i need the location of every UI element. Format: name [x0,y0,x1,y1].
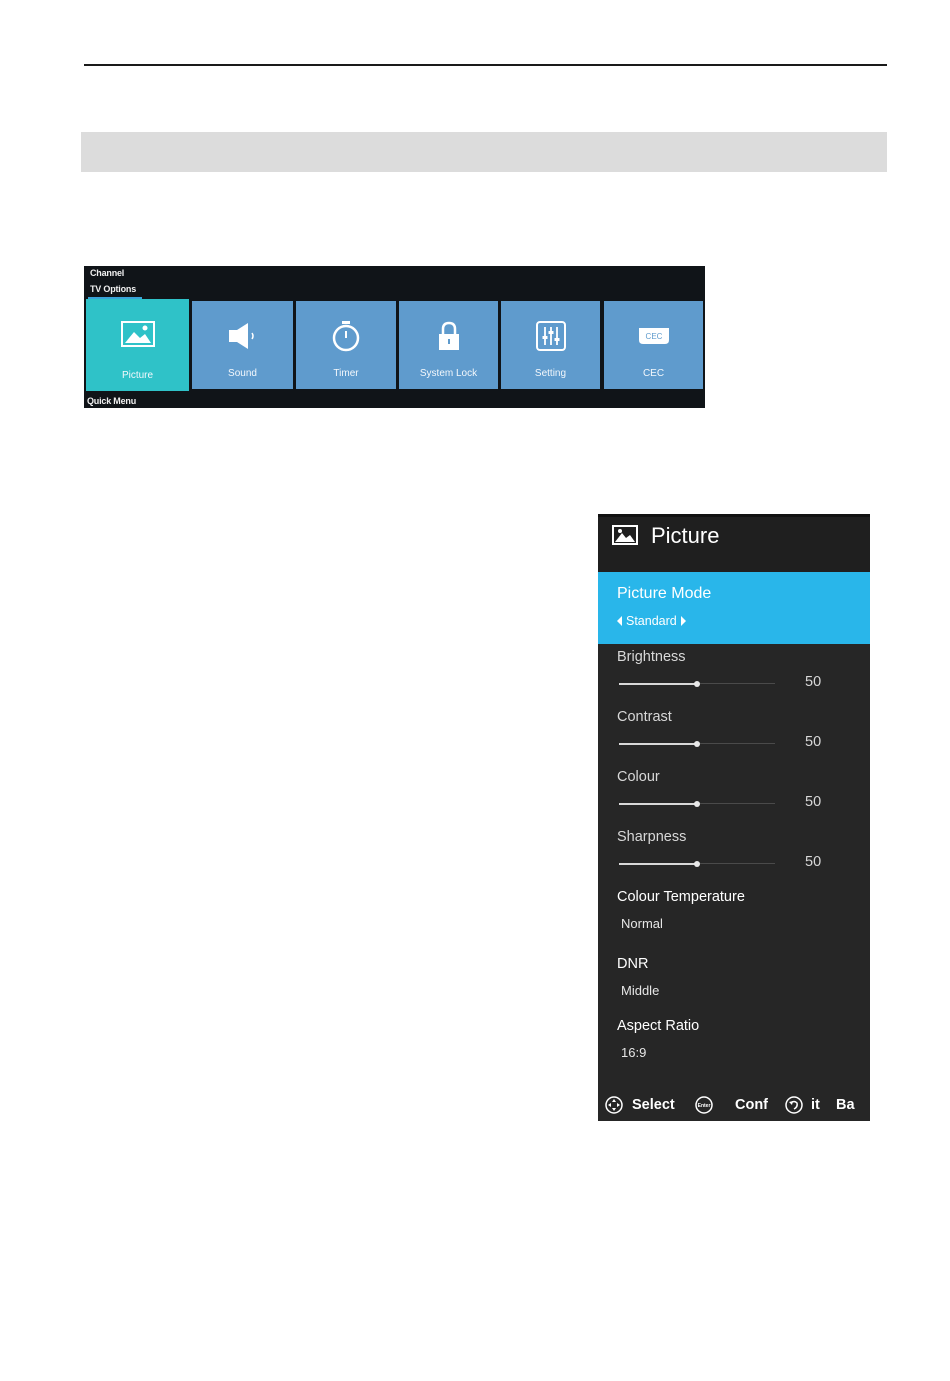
aspect-ratio-value: 16:9 [621,1045,647,1060]
dpad-icon [605,1096,623,1118]
breadcrumb-tv-options[interactable]: TV Options [90,284,136,294]
picture-mode-label: Picture Mode [617,585,712,602]
dnr-row[interactable]: DNR Middle [598,956,870,1012]
slider-knob[interactable] [694,800,700,807]
picture-mode-value: Standard [626,614,677,628]
speaker-icon [192,319,293,353]
colour-label: Colour [617,769,660,785]
tv-options-menu: Channel TV Options Picture Sound Timer S… [84,266,705,408]
return-icon [785,1096,803,1118]
arrow-left-icon[interactable] [617,616,622,626]
tile-setting[interactable]: Setting [501,301,600,389]
enter-icon: Enter [695,1096,713,1118]
enter-icon-text: Enter [698,1103,711,1109]
slider-fill [619,682,697,685]
footer-exit-label: it [811,1097,820,1113]
colour-temperature-row[interactable]: Colour Temperature Normal [598,889,870,945]
stopwatch-icon [296,319,396,353]
quick-menu-label[interactable]: Quick Menu [87,396,136,406]
breadcrumb-channel[interactable]: Channel [90,268,124,278]
slider-knob[interactable] [694,860,700,867]
picture-menu-header: Picture [598,514,870,575]
aspect-ratio-row[interactable]: Aspect Ratio 16:9 [598,1018,870,1074]
tile-label: System Lock [419,368,478,379]
sharpness-slider[interactable] [619,860,775,867]
picture-mode-selector[interactable]: Standard [617,614,686,628]
sliders-icon [501,319,600,353]
tile-label: Setting [534,368,567,379]
sharpness-label: Sharpness [617,829,687,845]
picture-icon [612,525,638,550]
page-top-rule [84,64,887,66]
dnr-label: DNR [617,956,649,972]
slider-knob[interactable] [694,680,700,687]
tile-timer[interactable]: Timer [296,301,396,389]
dnr-value: Middle [621,983,660,998]
tile-label: Timer [333,368,359,379]
slider-fill [619,742,697,745]
picture-menu: Picture Picture Mode Standard Brightness… [598,514,870,1121]
slider-fill [619,862,697,865]
picture-icon [86,317,189,351]
colour-temperature-label: Colour Temperature [617,889,745,905]
tile-sound[interactable]: Sound [192,301,293,389]
tile-picture[interactable]: Picture [86,299,189,391]
tile-label: CEC [642,368,665,379]
colour-slider[interactable] [619,800,775,807]
contrast-value: 50 [805,734,822,750]
arrow-right-icon[interactable] [680,616,686,626]
sharpness-value: 50 [805,854,822,870]
brightness-slider[interactable] [619,680,775,687]
picture-menu-footer: Select Enter Conf it Ba [598,1092,870,1121]
slider-knob[interactable] [694,740,700,747]
contrast-label: Contrast [617,709,672,725]
tile-label: Sound [228,368,257,379]
tile-system-lock[interactable]: System Lock [399,301,498,389]
footer-confirm-label: Conf [735,1097,769,1113]
section-heading-band [81,132,887,172]
aspect-ratio-label: Aspect Ratio [617,1018,700,1034]
colour-row[interactable]: Colour 50 [598,769,870,829]
cec-icon-text: CEC [645,332,662,341]
sharpness-row[interactable]: Sharpness 50 [598,829,870,889]
cec-icon: CEC [604,319,703,353]
picture-menu-title: Picture [651,523,720,548]
contrast-slider[interactable] [619,740,775,747]
colour-value: 50 [805,794,822,810]
colour-temperature-value: Normal [621,916,663,931]
brightness-row[interactable]: Brightness 50 [598,649,870,709]
brightness-value: 50 [805,674,822,690]
footer-select-label: Select [632,1097,675,1113]
tile-label: Picture [121,370,154,381]
footer-back-label: Ba [836,1097,855,1113]
tile-cec[interactable]: CEC CEC [604,301,703,389]
slider-fill [619,802,697,805]
contrast-row[interactable]: Contrast 50 [598,709,870,769]
lock-icon [399,319,498,353]
brightness-label: Brightness [617,649,686,665]
picture-mode-row[interactable]: Picture Mode Standard [598,572,870,644]
